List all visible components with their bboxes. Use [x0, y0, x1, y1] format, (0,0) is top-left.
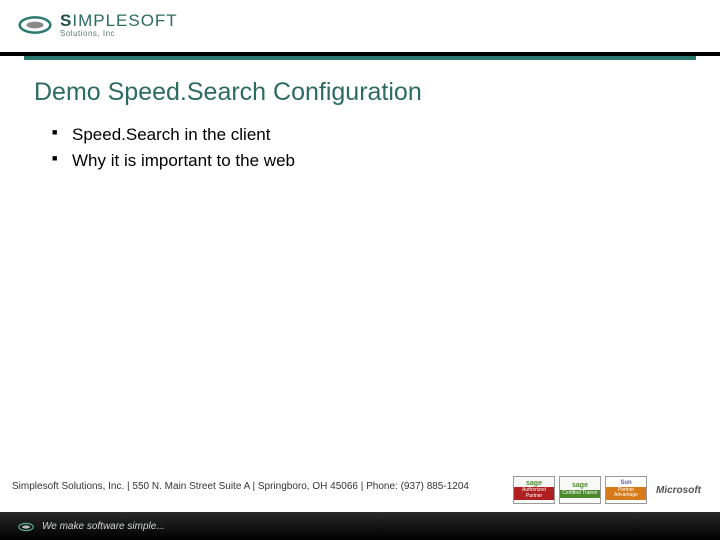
- simplesoft-logo-icon: [18, 12, 52, 38]
- partner-badges: sage Authorized Partner sage Certified T…: [513, 476, 706, 504]
- sage-certified-badge: sage Certified Trainer: [559, 476, 601, 504]
- footer-contact: Simplesoft Solutions, Inc. | 550 N. Main…: [12, 481, 469, 492]
- simplesoft-logo-icon: [18, 520, 34, 532]
- tagline: We make software simple...: [42, 521, 165, 532]
- brand-subtitle: Solutions, Inc: [60, 30, 178, 38]
- brand-text: SIMPLESOFT Solutions, Inc: [60, 12, 178, 38]
- sun-partner-badge: Sun Partner Advantage: [605, 476, 647, 504]
- brand-name: SIMPLESOFT: [60, 12, 178, 29]
- brand-name-prefix: S: [60, 11, 72, 30]
- bottom-bar: We make software simple...: [0, 512, 720, 540]
- slide-title: Demo Speed.Search Configuration: [34, 78, 690, 107]
- microsoft-badge: Microsoft: [651, 476, 706, 504]
- header-divider: [0, 52, 720, 62]
- list-item: Speed.Search in the client: [52, 125, 690, 145]
- brand-name-rest: IMPLESOFT: [72, 11, 177, 30]
- bullet-list: Speed.Search in the client Why it is imp…: [34, 125, 690, 171]
- header: SIMPLESOFT Solutions, Inc: [0, 0, 720, 50]
- sage-authorized-badge: sage Authorized Partner: [513, 476, 555, 504]
- slide-content: Demo Speed.Search Configuration Speed.Se…: [34, 78, 690, 177]
- list-item: Why it is important to the web: [52, 151, 690, 171]
